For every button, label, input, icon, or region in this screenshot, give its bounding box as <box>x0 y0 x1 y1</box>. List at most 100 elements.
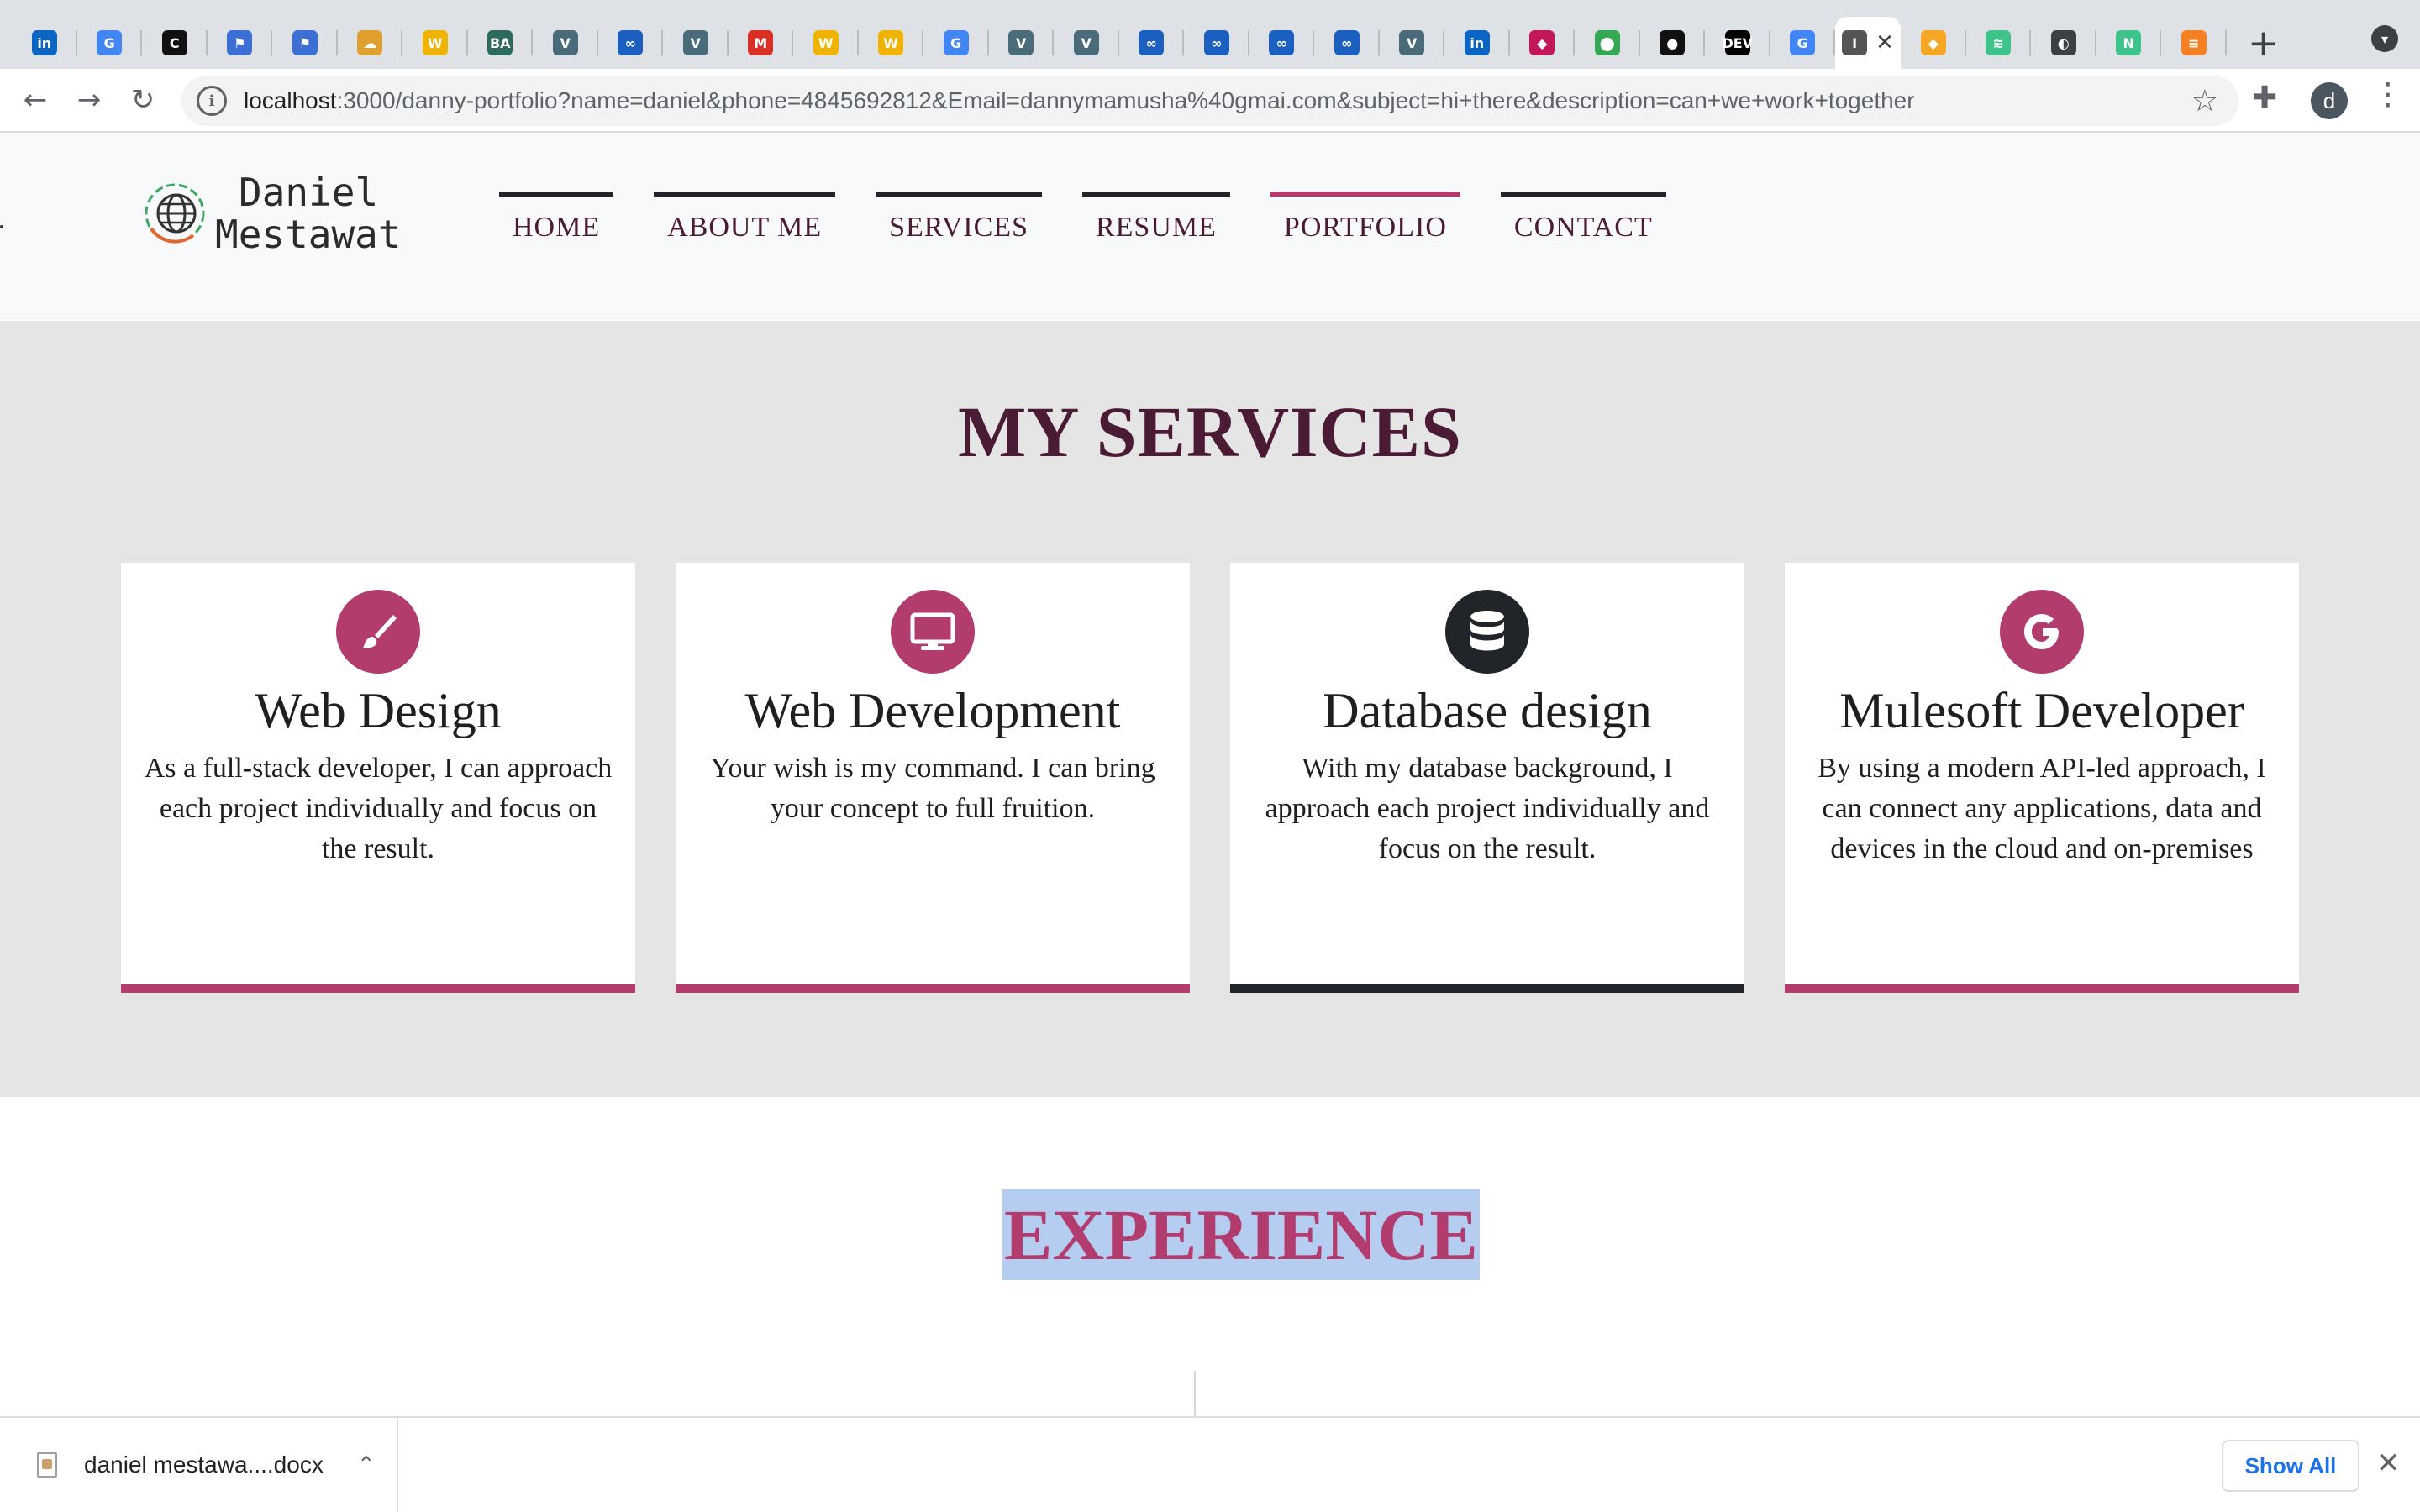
browser-tab[interactable]: ∞ <box>1119 17 1185 69</box>
services-heading: MY SERVICES <box>958 391 1462 472</box>
browser-tab[interactable]: ⚑ <box>208 17 273 69</box>
service-description: As a full-stack developer, I can approac… <box>144 753 613 864</box>
service-card-mulesoft-developer: Mulesoft Developer By using a modern API… <box>1785 563 2299 993</box>
browser-tab[interactable]: G <box>923 17 989 69</box>
logo-last-name: Mestawat <box>215 212 402 257</box>
services-section: MY SERVICES Web Design As a full-stack d… <box>0 321 2420 1097</box>
forward-arrow-icon[interactable]: → <box>62 73 116 127</box>
bookmark-star-icon[interactable]: ☆ <box>2191 84 2218 118</box>
close-icon[interactable]: ✕ <box>2376 1446 2401 1480</box>
browser-tab[interactable]: ∞ <box>1184 17 1249 69</box>
experience-heading: EXPERIENCE <box>1002 1189 1480 1280</box>
browser-tab[interactable]: G <box>77 17 143 69</box>
google-icon: G <box>97 30 123 55</box>
gmail-icon: M <box>748 30 774 55</box>
vec-icon: V <box>552 30 578 55</box>
browser-tab[interactable]: ⬤ <box>1575 17 1640 69</box>
browser-tab[interactable]: V <box>533 17 598 69</box>
browser-tab[interactable]: ∞ <box>1249 17 1315 69</box>
tab-close-icon[interactable]: ✕ <box>1876 30 1894 55</box>
extensions-puzzle-icon[interactable]: ✚ <box>2252 81 2277 115</box>
browser-tab[interactable]: in <box>12 17 77 69</box>
address-bar[interactable]: i localhost:3000/danny-portfolio?name=da… <box>182 76 2238 126</box>
browser-tab[interactable]: ⚑ <box>272 17 338 69</box>
browser-tab[interactable]: V <box>663 17 729 69</box>
service-title: Database design <box>1323 683 1652 738</box>
nav-contact[interactable]: CONTACT <box>1500 192 1666 259</box>
google-icon: G <box>1790 30 1816 55</box>
tab-search-icon[interactable]: ▾ <box>2371 25 2398 52</box>
tab-list: in G C ⚑ ⚑ ☁ W BA V ∞ V M W W G V V ∞ ∞ ∞ ∞ Vin ◆ ⬤ ● DEV G I ✕ ◆ ≋ ◐ N ≡… <box>0 0 2289 69</box>
go-icon: ∞ <box>1269 30 1295 55</box>
browser-tab[interactable]: ≡ <box>2161 17 2227 69</box>
download-shelf: daniel mestawa....docx ⌃ Show All ✕ <box>0 1416 2420 1512</box>
linkedin-icon: in <box>1464 30 1490 55</box>
nav-resume[interactable]: RESUME <box>1081 192 1230 259</box>
url-path: :3000/danny-portfolio?name=daniel&phone=… <box>336 87 1915 113</box>
green-icon: ≋ <box>1986 30 2012 55</box>
new-tab-plus-icon[interactable]: + <box>2238 17 2289 69</box>
go-icon: ∞ <box>1334 30 1360 55</box>
flag-icon: ⚑ <box>292 30 318 55</box>
show-all-button[interactable]: Show All <box>2222 1440 2360 1492</box>
browser-tab[interactable]: ≋ <box>1966 17 2032 69</box>
browser-tab[interactable]: V <box>1054 17 1119 69</box>
browser-tab[interactable]: in <box>1444 17 1510 69</box>
site-header: Daniel Mestawat HOME ABOUT ME SERVICES RESU… <box>0 133 2420 321</box>
browser-tab[interactable]: I ✕ <box>1835 17 1901 69</box>
timeline-line <box>1194 1371 1196 1416</box>
browser-tab[interactable]: W <box>402 17 468 69</box>
web-page: Daniel Mestawat HOME ABOUT ME SERVICES RESU… <box>0 133 2420 1416</box>
nav-services[interactable]: SERVICES <box>876 192 1042 259</box>
go-icon: ∞ <box>1139 30 1165 55</box>
chevron-up-icon[interactable]: ⌃ <box>357 1452 376 1478</box>
dev-icon: DEV <box>1722 30 1753 55</box>
document-file-icon <box>37 1452 57 1478</box>
browser-tab[interactable]: ● <box>1640 17 1706 69</box>
current-tab-icon: I <box>1842 30 1868 55</box>
browser-tab[interactable]: ◆ <box>1510 17 1576 69</box>
browser-tab[interactable]: C <box>142 17 208 69</box>
browser-tab[interactable]: DEV <box>1705 17 1770 69</box>
browser-tab[interactable]: ∞ <box>598 17 664 69</box>
vec-icon: V <box>682 30 708 55</box>
browser-tab[interactable]: W <box>793 17 859 69</box>
browser-tab[interactable]: ∞ <box>1314 17 1380 69</box>
browser-tab[interactable]: M <box>729 17 794 69</box>
c-icon: C <box>161 30 187 55</box>
site-logo[interactable]: Daniel Mestawat <box>141 171 402 255</box>
nav-about-me[interactable]: ABOUT ME <box>654 192 836 259</box>
browser-tab[interactable]: ◆ <box>1901 17 1966 69</box>
url-host: localhost <box>244 87 337 113</box>
browser-tab[interactable]: V <box>1380 17 1445 69</box>
site-info-icon[interactable]: i <box>197 86 227 116</box>
download-item[interactable]: daniel mestawa....docx ⌃ <box>0 1418 398 1512</box>
browser-toolbar: ← → ↻ i localhost:3000/danny-portfolio?n… <box>0 69 2420 133</box>
browser-tab[interactable]: BA <box>468 17 534 69</box>
database-icon <box>1445 590 1529 674</box>
service-title: Web Development <box>744 683 1121 738</box>
browser-tab[interactable]: N <box>2096 17 2162 69</box>
back-arrow-icon[interactable]: ← <box>8 73 62 127</box>
browser-tab-strip: in G C ⚑ ⚑ ☁ W BA V ∞ V M W W G V V ∞ ∞ ∞ ∞ Vin ◆ ⬤ ● DEV G I ✕ ◆ ≋ ◐ N ≡… <box>0 0 2420 69</box>
pink-logo-icon: ◆ <box>1529 30 1555 55</box>
browser-menu-icon[interactable]: ⋮ <box>2373 77 2403 112</box>
w-icon: W <box>878 30 904 55</box>
reload-icon[interactable]: ↻ <box>116 73 170 127</box>
vec-icon: V <box>1399 30 1425 55</box>
nav-portfolio[interactable]: PORTFOLIO <box>1270 192 1460 259</box>
browser-tab[interactable]: ◐ <box>2031 17 2096 69</box>
experience-section: EXPERIENCE <box>0 1097 2420 1416</box>
service-description: By using a modern API-led approach, I ca… <box>1818 753 2266 864</box>
browser-tab[interactable]: G <box>1770 17 1836 69</box>
nav-home[interactable]: HOME <box>499 192 614 259</box>
browser-tab[interactable]: V <box>989 17 1055 69</box>
browser-tab[interactable]: W <box>859 17 924 69</box>
browser-tab[interactable]: ☁ <box>338 17 403 69</box>
profile-avatar[interactable]: d <box>2311 82 2348 119</box>
linkedin-icon: in <box>31 30 57 55</box>
stray-dot <box>0 225 3 228</box>
w-icon: W <box>813 30 839 55</box>
logo-text: Daniel Mestawat <box>215 171 402 255</box>
address-url[interactable]: localhost:3000/danny-portfolio?name=dani… <box>244 87 1915 114</box>
